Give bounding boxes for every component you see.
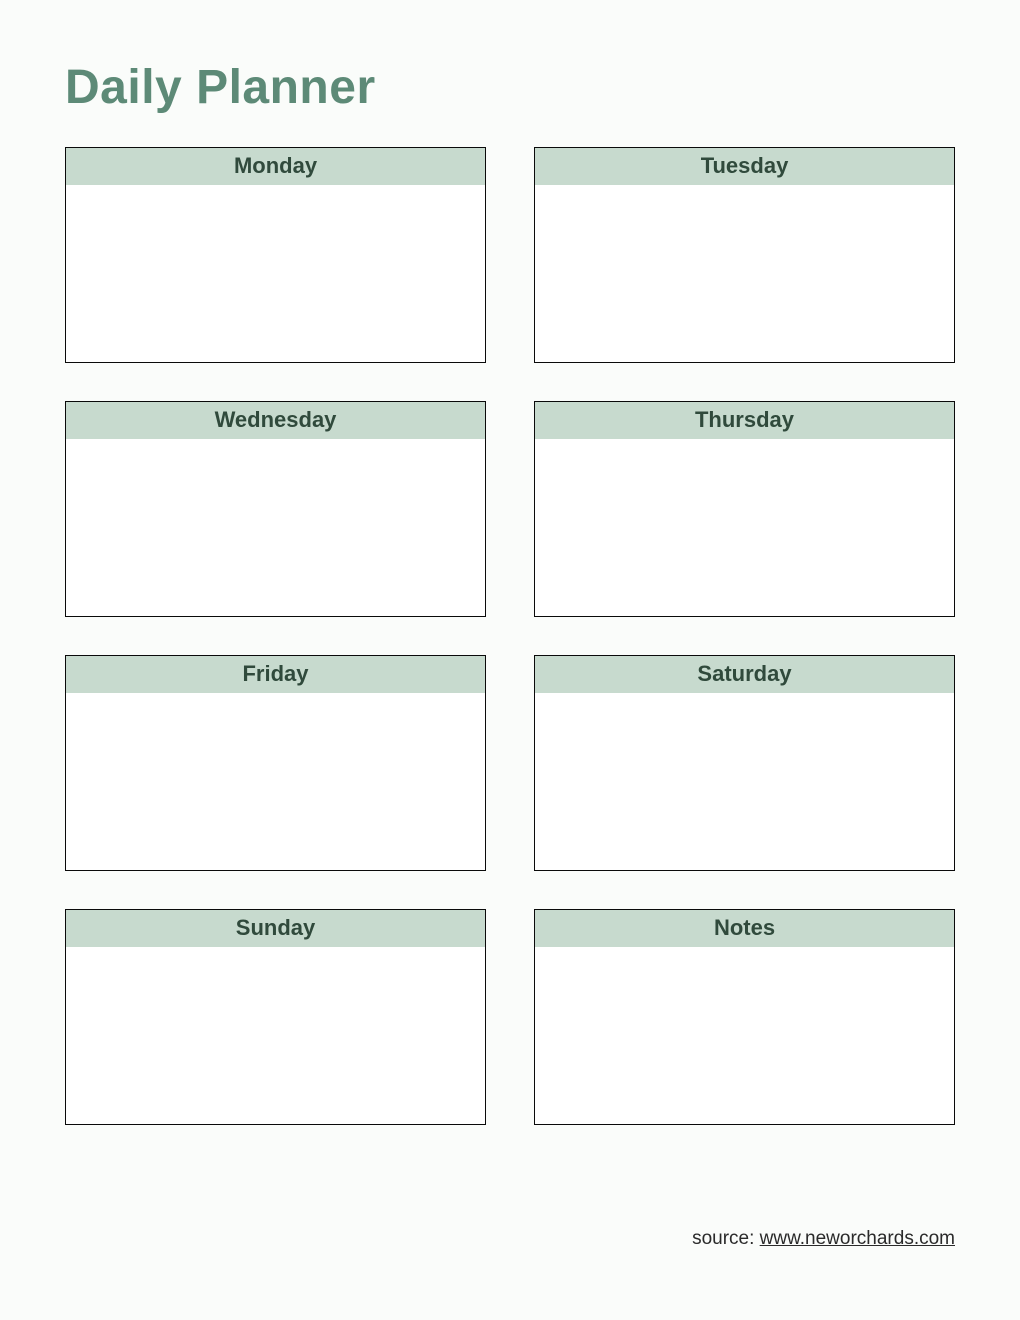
cell-header-saturday: Saturday bbox=[535, 656, 954, 693]
planner-grid: Monday Tuesday Wednesday Thursday Friday… bbox=[65, 147, 955, 1125]
planner-cell-monday: Monday bbox=[65, 147, 486, 363]
planner-cell-notes: Notes bbox=[534, 909, 955, 1125]
source-link[interactable]: www.neworchards.com bbox=[760, 1228, 955, 1249]
cell-header-wednesday: Wednesday bbox=[66, 402, 485, 439]
source-prefix: source: bbox=[692, 1228, 760, 1249]
cell-body-notes bbox=[535, 947, 954, 1124]
planner-cell-wednesday: Wednesday bbox=[65, 401, 486, 617]
source-footer: source: www.neworchards.com bbox=[692, 1228, 955, 1250]
planner-cell-friday: Friday bbox=[65, 655, 486, 871]
cell-header-monday: Monday bbox=[66, 148, 485, 185]
planner-cell-tuesday: Tuesday bbox=[534, 147, 955, 363]
cell-body-tuesday bbox=[535, 185, 954, 362]
planner-cell-thursday: Thursday bbox=[534, 401, 955, 617]
planner-cell-sunday: Sunday bbox=[65, 909, 486, 1125]
planner-cell-saturday: Saturday bbox=[534, 655, 955, 871]
cell-body-sunday bbox=[66, 947, 485, 1124]
cell-header-tuesday: Tuesday bbox=[535, 148, 954, 185]
cell-body-thursday bbox=[535, 439, 954, 616]
cell-header-sunday: Sunday bbox=[66, 910, 485, 947]
cell-body-monday bbox=[66, 185, 485, 362]
cell-body-wednesday bbox=[66, 439, 485, 616]
cell-body-saturday bbox=[535, 693, 954, 870]
cell-header-thursday: Thursday bbox=[535, 402, 954, 439]
page-title: Daily Planner bbox=[65, 60, 955, 115]
cell-header-notes: Notes bbox=[535, 910, 954, 947]
cell-body-friday bbox=[66, 693, 485, 870]
cell-header-friday: Friday bbox=[66, 656, 485, 693]
